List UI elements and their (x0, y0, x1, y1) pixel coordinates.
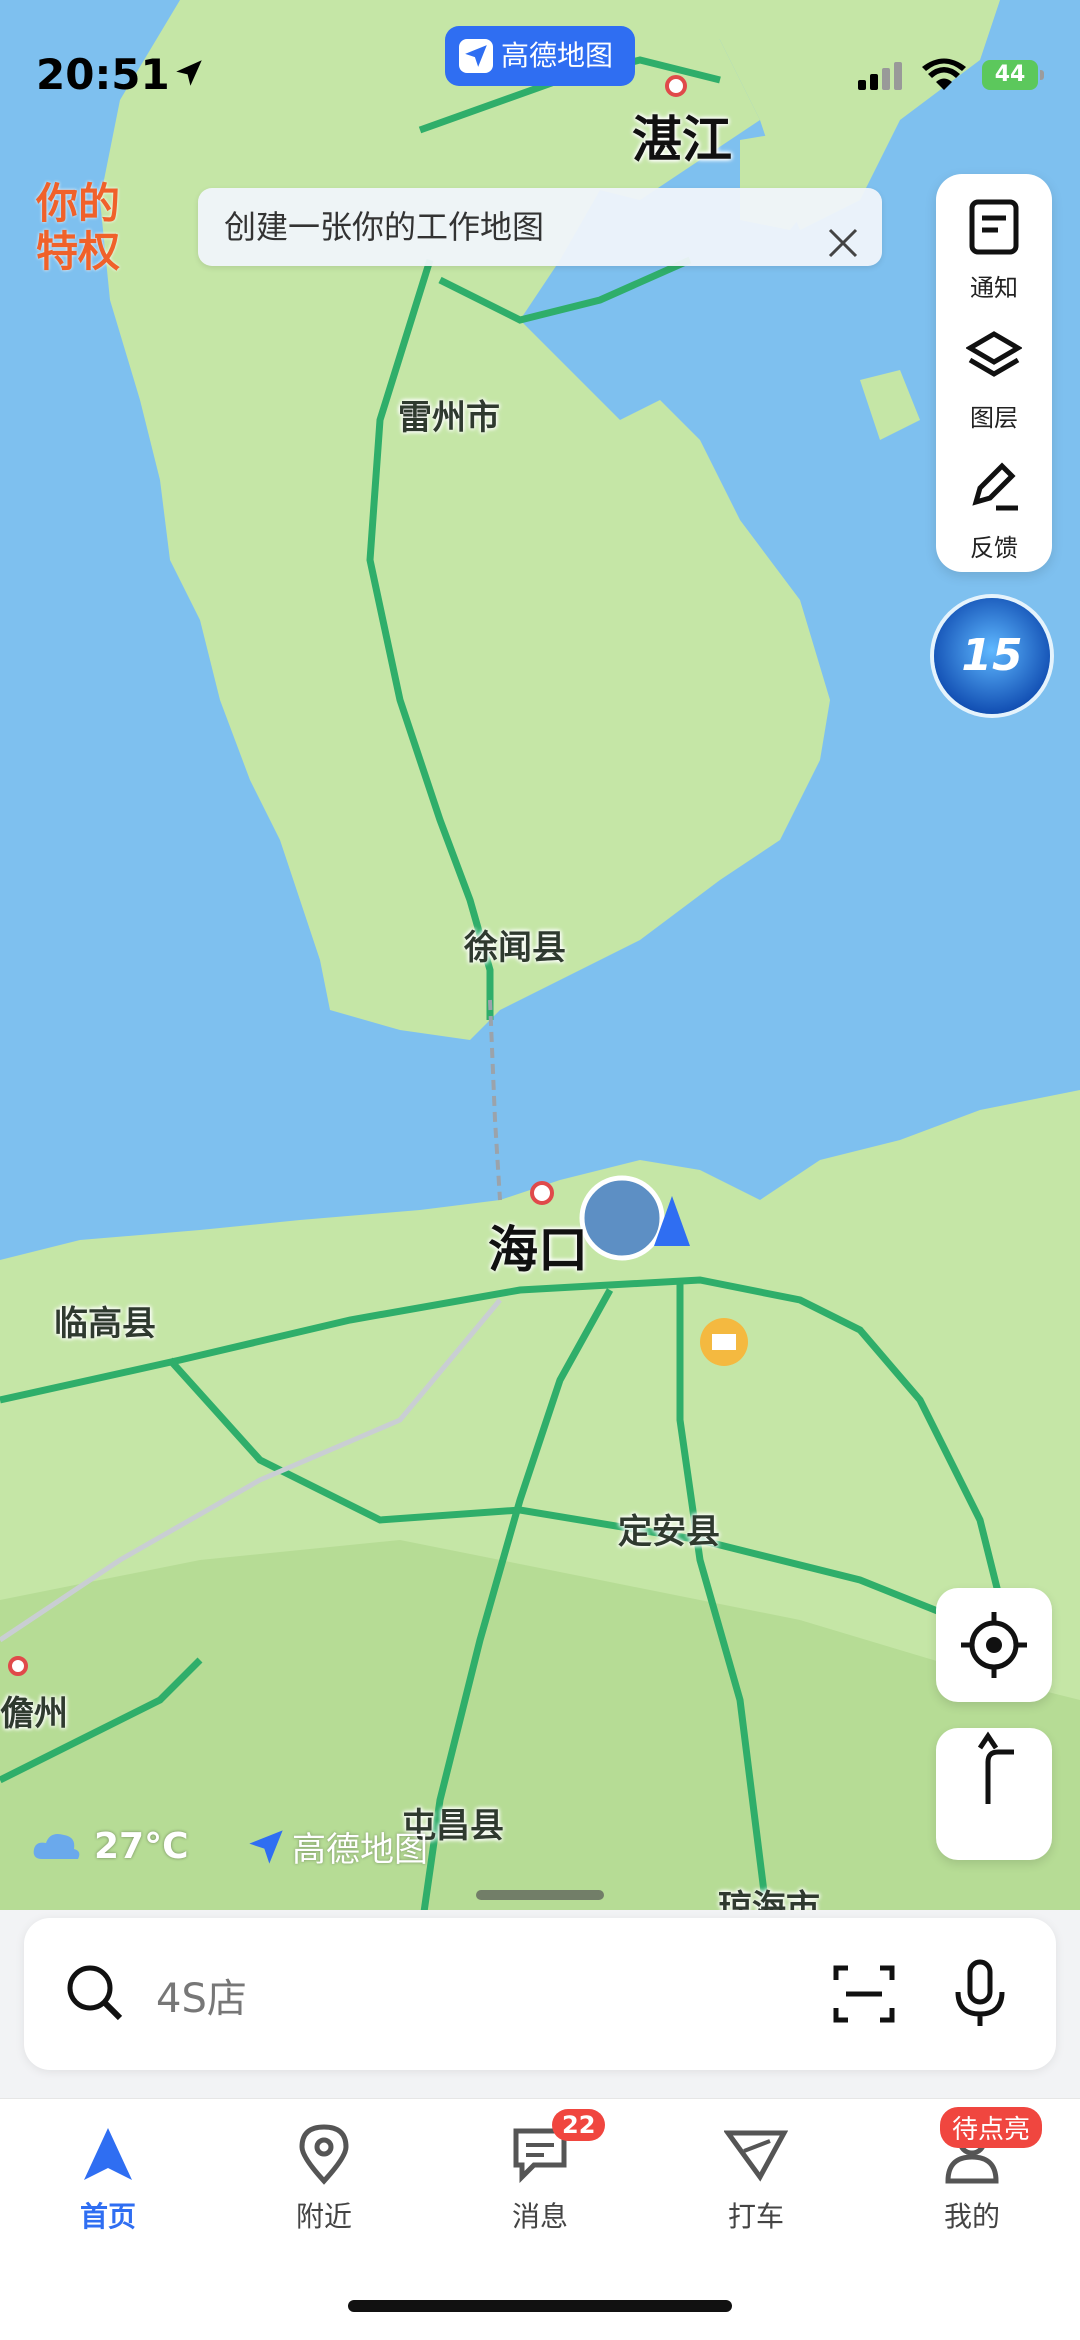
privilege-promo[interactable]: 你的特权 (36, 180, 136, 276)
cloud-icon (33, 1834, 80, 1859)
place-label-haikou[interactable]: 海口 (488, 1210, 588, 1282)
map-graphic (0, 0, 1080, 1940)
watermark-text: 高德地图 (292, 1830, 428, 1870)
search-input[interactable]: 4S店 (156, 1966, 247, 2024)
search-bar[interactable]: 4S店 (24, 1918, 1056, 2070)
weather-widget[interactable]: 27°C (30, 1820, 189, 1872)
tab-taxi[interactable]: 打车 (676, 2119, 836, 2235)
tab-home-label: 首页 (79, 2200, 136, 2233)
battery-indicator: 44 (982, 60, 1044, 90)
app-brand-pill[interactable]: 高德地图 (445, 26, 635, 86)
close-icon[interactable] (826, 210, 860, 258)
tab-messages-label: 消息 (511, 2200, 568, 2233)
place-label-leizhou[interactable]: 雷州市 (398, 390, 500, 439)
amap-logo-icon (459, 39, 493, 73)
work-map-banner[interactable]: 创建一张你的工作地图 (198, 188, 882, 266)
location-pin-icon (299, 2124, 349, 2185)
tab-messages[interactable]: 22 消息 (460, 2109, 620, 2235)
profile-badge: 待点亮 (940, 2107, 1043, 2148)
route-button[interactable]: 路线 (936, 1728, 1052, 1860)
location-arrow-icon (172, 56, 206, 94)
tab-nearby-label: 附近 (295, 2200, 352, 2233)
layers-button[interactable]: 图层 (936, 308, 1052, 434)
tab-profile[interactable]: 待点亮 我的 (892, 2107, 1052, 2235)
map-canvas[interactable]: 湛江 雷州市 徐闻县 海口 临高县 定安县 儋州 屯昌县 琼海市 (0, 0, 1080, 1940)
amap-logo-icon (249, 1829, 283, 1864)
layers-label: 图层 (970, 404, 1018, 432)
anniversary-badge[interactable]: 15 (934, 598, 1050, 714)
tab-profile-label: 我的 (943, 2200, 1000, 2233)
temperature: 27°C (94, 1825, 189, 1867)
locate-button[interactable] (936, 1588, 1052, 1702)
wifi-icon (922, 58, 966, 96)
feedback-label: 反馈 (970, 534, 1018, 562)
place-label-danzhou[interactable]: 儋州 (0, 1686, 68, 1735)
tab-taxi-label: 打车 (727, 2200, 784, 2233)
place-label-lingao[interactable]: 临高县 (54, 1296, 156, 1345)
layers-icon (966, 331, 1022, 377)
brand-name: 高德地图 (501, 39, 614, 72)
tab-home[interactable]: 首页 (28, 2119, 188, 2235)
taxi-icon (724, 2130, 788, 2182)
route-label: 路线 (1052, 1816, 1080, 1851)
microphone-icon[interactable] (950, 1958, 1010, 2030)
navigation-arrow-icon (84, 2128, 132, 2180)
map-watermark: 高德地图 (246, 1822, 428, 1871)
drawer-handle[interactable] (476, 1890, 604, 1900)
cellular-signal-icon (858, 60, 906, 94)
crosshair-icon (961, 1612, 1027, 1678)
status-time: 20:51 (36, 50, 170, 99)
scan-icon[interactable] (832, 1962, 896, 2026)
home-indicator[interactable] (348, 2300, 732, 2312)
feedback-button[interactable]: 反馈 (936, 438, 1052, 564)
place-label-dingan[interactable]: 定安县 (618, 1504, 720, 1553)
notice-label: 通知 (970, 274, 1018, 302)
banner-text: 创建一张你的工作地图 (224, 208, 545, 246)
route-arrow-icon (977, 1731, 1014, 1804)
search-icon (67, 1965, 123, 2021)
place-label-xuwen[interactable]: 徐闻县 (464, 920, 566, 969)
notice-icon (969, 199, 1019, 255)
messages-badge: 22 (552, 2109, 606, 2141)
feedback-icon (972, 462, 1018, 511)
notice-button[interactable]: 通知 (936, 178, 1052, 304)
map-tool-panel: 通知 图层 反馈 (936, 174, 1052, 572)
tab-nearby[interactable]: 附近 (244, 2119, 404, 2235)
